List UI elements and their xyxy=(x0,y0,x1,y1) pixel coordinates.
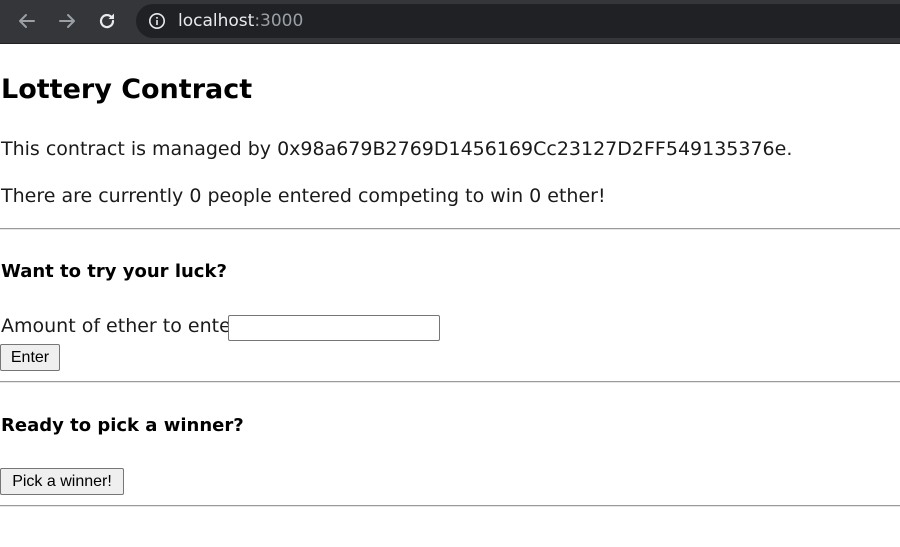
pick-winner-button[interactable]: Pick a winner! xyxy=(0,468,124,495)
reload-icon[interactable] xyxy=(94,8,120,34)
arrow-forward-icon[interactable] xyxy=(54,8,80,34)
url-text[interactable]: localhost:3000 xyxy=(178,11,303,31)
amount-input[interactable] xyxy=(228,315,440,341)
info-icon[interactable] xyxy=(148,12,166,30)
enter-button[interactable]: Enter xyxy=(0,344,60,371)
browser-toolbar: localhost:3000 xyxy=(0,0,900,44)
divider xyxy=(0,505,900,507)
winner-heading: Ready to pick a winner? xyxy=(1,415,244,436)
divider xyxy=(0,228,900,230)
page-title: Lottery Contract xyxy=(1,74,253,105)
divider xyxy=(0,381,900,383)
arrow-back-icon[interactable] xyxy=(14,8,40,34)
url-port: :3000 xyxy=(254,11,304,31)
enter-heading: Want to try your luck? xyxy=(1,261,227,282)
status-text: There are currently 0 people entered com… xyxy=(1,185,606,207)
amount-label: Amount of ether to enter xyxy=(1,315,239,337)
manager-text: This contract is managed by 0x98a679B276… xyxy=(1,138,793,160)
url-host: localhost xyxy=(178,11,255,31)
address-bar[interactable]: localhost:3000 xyxy=(136,4,900,38)
